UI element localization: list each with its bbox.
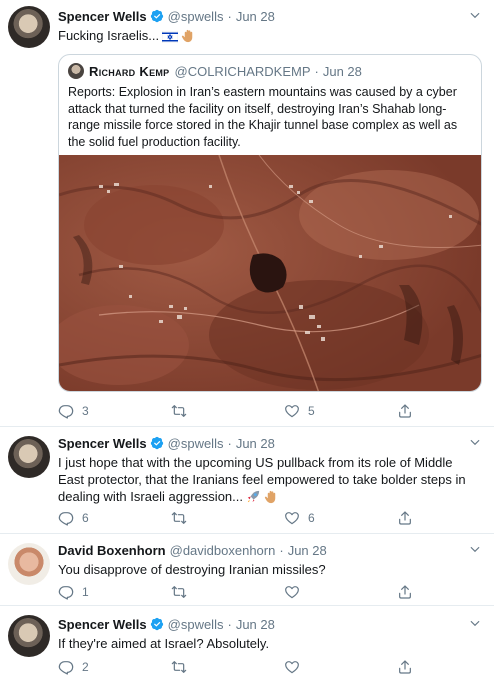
share-button[interactable]	[397, 403, 413, 419]
tweet[interactable]: Spencer Wells @spwells · Jun 28 I just h…	[0, 427, 494, 532]
share-button[interactable]	[397, 659, 413, 675]
author-handle[interactable]: @spwells	[168, 617, 224, 632]
chevron-down-icon[interactable]	[468, 542, 482, 556]
share-icon	[397, 584, 413, 600]
like-count: 6	[308, 511, 315, 525]
retweet-icon	[171, 659, 187, 675]
tweet-actions: 6 6	[58, 510, 418, 528]
author-handle[interactable]: @davidboxenhorn	[170, 543, 276, 558]
verified-icon	[150, 436, 164, 450]
quoted-date: Jun 28	[322, 63, 362, 79]
reply-count: 3	[82, 404, 89, 418]
separator: ·	[227, 616, 232, 632]
israel-flag-icon	[162, 31, 179, 43]
tweet-date[interactable]: Jun 28	[236, 9, 275, 24]
tweet-text: You disapprove of destroying Iranian mis…	[58, 562, 326, 577]
reply-icon	[58, 659, 74, 675]
tweet-header: Spencer Wells @spwells · Jun 28	[58, 616, 275, 632]
separator: ·	[227, 8, 232, 24]
raised-hand-icon	[182, 29, 193, 43]
reply-icon	[58, 510, 74, 526]
tweet-text: I just hope that with the upcoming US pu…	[58, 455, 466, 504]
like-button[interactable]: 5	[284, 403, 315, 419]
retweet-icon	[171, 510, 187, 526]
separator: ·	[227, 435, 232, 451]
retweet-button[interactable]	[171, 584, 195, 600]
tweet-actions: 3 5	[58, 403, 418, 421]
reply-button[interactable]: 1	[58, 584, 89, 600]
separator: ·	[314, 63, 319, 79]
reply-icon	[58, 403, 74, 419]
share-button[interactable]	[397, 584, 413, 600]
like-count: 5	[308, 404, 315, 418]
author-name[interactable]: Spencer Wells	[58, 617, 147, 632]
author-handle[interactable]: @spwells	[168, 436, 224, 451]
tweet[interactable]: David Boxenhorn @davidboxenhorn · Jun 28…	[0, 534, 494, 604]
like-button[interactable]	[284, 584, 308, 600]
author-name[interactable]: Spencer Wells	[58, 9, 147, 24]
tweet-header: Spencer Wells @spwells · Jun 28	[58, 8, 275, 24]
tweet-text-container: Fucking Israelis...	[58, 27, 482, 44]
share-button[interactable]	[397, 510, 413, 526]
avatar[interactable]	[8, 6, 50, 48]
tweet[interactable]: Spencer Wells @spwells · Jun 28 Fucking …	[0, 0, 494, 425]
tweet-date[interactable]: Jun 28	[236, 617, 275, 632]
quoted-author-handle: @COLRICHARDKEMP	[174, 63, 311, 79]
reply-count: 1	[82, 585, 89, 599]
raised-hand-icon	[264, 490, 276, 504]
share-icon	[397, 403, 413, 419]
verified-icon	[150, 9, 164, 23]
reply-button[interactable]: 3	[58, 403, 89, 419]
avatar[interactable]	[8, 436, 50, 478]
quoted-tweet[interactable]: Richard Kemp @COLRICHARDKEMP · Jun 28 Re…	[58, 54, 482, 392]
avatar[interactable]	[8, 543, 50, 585]
avatar[interactable]	[8, 615, 50, 657]
satellite-image[interactable]	[59, 155, 482, 392]
tweet-text-container: I just hope that with the upcoming US pu…	[58, 454, 482, 505]
rocket-icon	[247, 490, 260, 503]
share-icon	[397, 510, 413, 526]
quoted-author-name: Richard Kemp	[89, 63, 170, 79]
retweet-button[interactable]	[171, 510, 195, 526]
tweet-actions: 2	[58, 659, 418, 677]
quoted-tweet-header: Richard Kemp @COLRICHARDKEMP · Jun 28	[68, 63, 362, 79]
like-button[interactable]	[284, 659, 308, 675]
separator: ·	[279, 542, 284, 558]
chevron-down-icon[interactable]	[468, 616, 482, 630]
like-button[interactable]: 6	[284, 510, 315, 526]
author-name[interactable]: Spencer Wells	[58, 436, 147, 451]
author-name[interactable]: David Boxenhorn	[58, 543, 166, 558]
quoted-tweet-text: Reports: Explosion in Iran’s eastern mou…	[68, 85, 458, 149]
reply-button[interactable]: 6	[58, 510, 89, 526]
quoted-avatar	[68, 63, 84, 79]
tweet-date[interactable]: Jun 28	[236, 436, 275, 451]
retweet-icon	[171, 584, 187, 600]
share-icon	[397, 659, 413, 675]
chevron-down-icon[interactable]	[468, 8, 482, 22]
tweet-header: Spencer Wells @spwells · Jun 28	[58, 435, 275, 451]
tweet-actions: 1	[58, 584, 418, 602]
like-icon	[284, 584, 300, 600]
retweet-button[interactable]	[171, 403, 195, 419]
tweet-header: David Boxenhorn @davidboxenhorn · Jun 28	[58, 542, 327, 558]
verified-icon	[150, 617, 164, 631]
tweet-date[interactable]: Jun 28	[288, 543, 327, 558]
tweet-text: Fucking Israelis...	[58, 28, 160, 43]
retweet-button[interactable]	[171, 659, 195, 675]
chevron-down-icon[interactable]	[468, 435, 482, 449]
reply-count: 2	[82, 660, 89, 674]
like-icon	[284, 403, 300, 419]
like-icon	[284, 659, 300, 675]
like-icon	[284, 510, 300, 526]
tweet-text: If they're aimed at Israel? Absolutely.	[58, 636, 270, 651]
tweet[interactable]: Spencer Wells @spwells · Jun 28 If they'…	[0, 606, 494, 683]
reply-count: 6	[82, 511, 89, 525]
reply-icon	[58, 584, 74, 600]
reply-button[interactable]: 2	[58, 659, 89, 675]
author-handle[interactable]: @spwells	[168, 9, 224, 24]
retweet-icon	[171, 403, 187, 419]
